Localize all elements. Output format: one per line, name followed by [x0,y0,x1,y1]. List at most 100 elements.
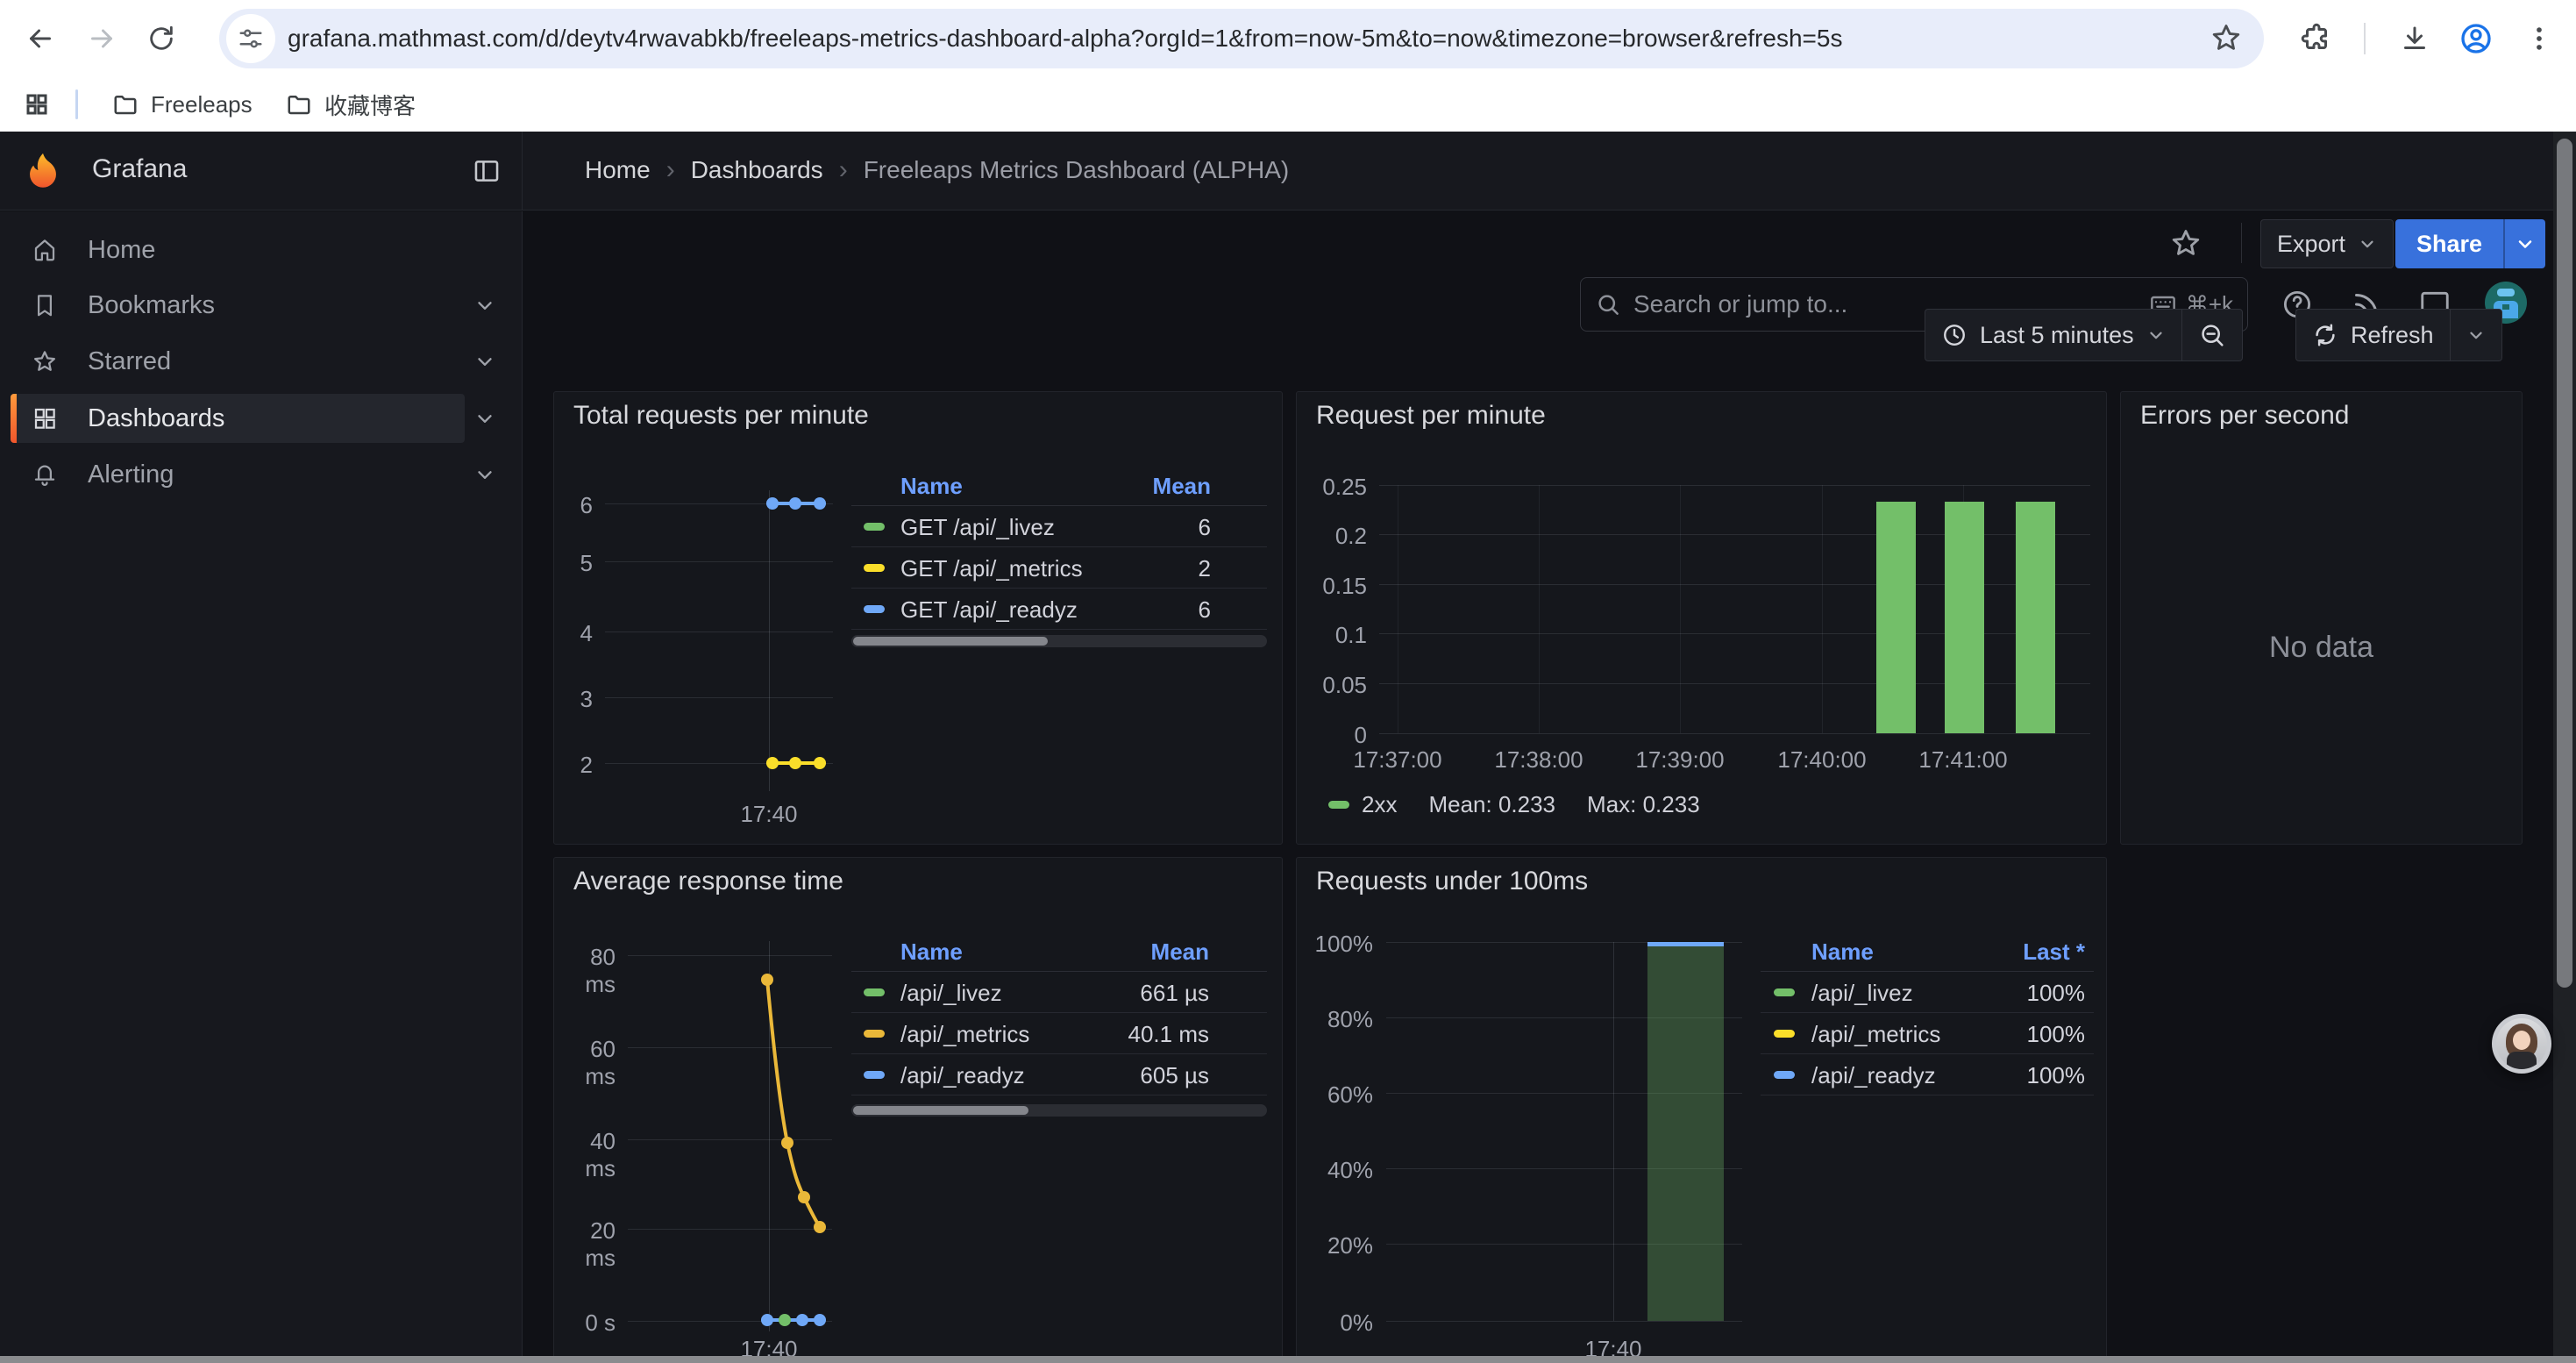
share-menu-button[interactable] [2503,219,2545,268]
profile-icon[interactable] [2457,19,2495,58]
assistant-avatar-widget[interactable] [2492,1014,2551,1074]
legend-col-name[interactable]: Name [1811,938,1874,966]
legend-col-last[interactable]: Last * [2023,938,2085,966]
breadcrumb-dashboards[interactable]: Dashboards [691,156,823,184]
data-point[interactable] [789,757,801,769]
legend-col-name[interactable]: Name [900,473,963,500]
series-name: /api/_readyz [1811,1062,1936,1089]
legend-col-mean[interactable]: Mean [1071,938,1209,966]
grafana-logo-icon[interactable] [23,151,63,191]
page-scrollbar-thumb[interactable] [2557,139,2572,988]
url-input[interactable]: grafana.mathmast.com/d/deytv4rwavabkb/fr… [288,25,1842,53]
toolbar-divider [2364,23,2366,54]
panel-title[interactable]: Errors per second [2140,401,2349,431]
data-point[interactable] [761,1314,773,1326]
bookmark-label: 收藏博客 [324,89,416,121]
menu-kebab-icon[interactable] [2520,19,2558,58]
legend-table: Name Last * /api/_livez 100% /api/_metri… [1761,931,2094,1095]
legend-col-name[interactable]: Name [900,938,963,966]
download-icon[interactable] [2395,19,2434,58]
bookmark-folder-blogs[interactable]: 收藏博客 [286,85,416,124]
y-tick: 0% [1297,1309,1373,1337]
favorite-star-icon[interactable] [2169,226,2202,260]
chevron-down-icon [2515,233,2536,254]
no-data-label: No data [2121,631,2522,665]
legend-row[interactable]: /api/_metrics 40.1 ms 20.5 m [851,1013,1267,1054]
chevron-down-icon[interactable] [473,463,496,486]
bookmark-star-icon[interactable] [2210,21,2243,54]
legend-col-mean[interactable]: Mean [1153,473,1211,500]
y-tick: 40% [1297,1157,1373,1184]
y-tick: 0 [1297,722,1367,749]
bar-2xx[interactable] [1876,502,1916,733]
avatar-image [2496,1018,2547,1069]
data-point[interactable] [814,497,826,510]
series-name: /api/_livez [900,980,1002,1007]
panel-title[interactable]: Requests under 100ms [1316,867,1588,896]
panel-title[interactable]: Request per minute [1316,401,1546,431]
data-point[interactable] [766,757,779,769]
brand-name[interactable]: Grafana [92,154,187,184]
sidebar-item-home[interactable]: Home [0,225,523,275]
refresh-interval-button[interactable] [2451,310,2501,360]
export-button[interactable]: Export [2260,219,2394,268]
legend-row[interactable]: /api/_livez 661 µs 646 [851,972,1267,1013]
refresh-button[interactable]: Refresh [2296,310,2450,360]
breadcrumb-home[interactable]: Home [585,156,651,184]
time-range-label: Last 5 minutes [1980,322,2134,349]
sidebar-item-dashboards[interactable]: Dashboards [0,394,523,443]
home-icon [32,237,58,263]
data-point[interactable] [789,497,801,510]
x-tick: 17:37:00 [1327,746,1468,774]
y-tick: 4 [554,620,593,647]
search-icon [1595,291,1621,318]
legend-row[interactable]: GET /api/_metrics 2 [851,547,1267,589]
panel-title[interactable]: Total requests per minute [573,401,869,431]
back-icon[interactable] [21,19,60,58]
extensions-icon[interactable] [2297,19,2336,58]
series-mean: Mean: 0.233 [1428,791,1555,818]
legend-row[interactable]: GET /api/_readyz 6 [851,589,1267,630]
chevron-down-icon[interactable] [473,407,496,430]
legend-scrollbar[interactable] [851,1104,1267,1117]
legend-row[interactable]: /api/_readyz 605 µs 620 [851,1054,1267,1095]
chevron-down-icon[interactable] [473,350,496,373]
site-settings-icon[interactable] [226,14,275,63]
data-point[interactable] [814,757,826,769]
data-point[interactable] [798,1191,810,1203]
reload-icon[interactable] [142,19,181,58]
chevron-down-icon[interactable] [473,294,496,317]
forward-icon[interactable] [82,19,121,58]
data-point[interactable] [781,1137,793,1149]
apps-grid-icon[interactable] [18,85,56,124]
sidebar-item-bookmarks[interactable]: Bookmarks [0,281,523,330]
bar-2xx[interactable] [1945,502,1984,733]
legend-row[interactable]: /api/_metrics 100% [1761,1013,2094,1054]
legend-row[interactable]: /api/_livez 100% [1761,972,2094,1013]
sidebar-item-alerting[interactable]: Alerting [0,450,523,499]
zoom-out-button[interactable] [2182,310,2242,360]
legend-scrollbar[interactable] [851,635,1267,647]
data-point[interactable] [761,974,773,986]
data-point[interactable] [814,1221,826,1233]
legend-bottom[interactable]: 2xx Mean: 0.233 Max: 0.233 [1328,791,1700,818]
time-range-picker[interactable]: Last 5 minutes [1925,310,2181,360]
data-point[interactable] [766,497,779,510]
y-tick: 60% [1297,1081,1373,1109]
refresh-icon [2312,322,2338,348]
bar-2xx[interactable] [2016,502,2055,733]
bookmark-folder-freeleaps[interactable]: Freeleaps [112,85,253,124]
data-point[interactable] [779,1314,791,1326]
share-button[interactable]: Share [2395,219,2545,268]
bar-under-100ms[interactable] [1647,942,1724,1321]
legend-row[interactable]: GET /api/_livez 6 [851,506,1267,547]
y-tick: 80% [1297,1006,1373,1033]
data-point[interactable] [814,1314,826,1326]
legend-row[interactable]: /api/_readyz 100% [1761,1054,2094,1095]
address-bar[interactable]: grafana.mathmast.com/d/deytv4rwavabkb/fr… [219,9,2264,68]
data-point[interactable] [796,1314,808,1326]
sidebar-toggle-icon[interactable] [472,156,502,186]
refresh-label: Refresh [2351,322,2434,349]
sidebar-item-starred[interactable]: Starred [0,337,523,386]
series-color-dash [864,1030,885,1038]
